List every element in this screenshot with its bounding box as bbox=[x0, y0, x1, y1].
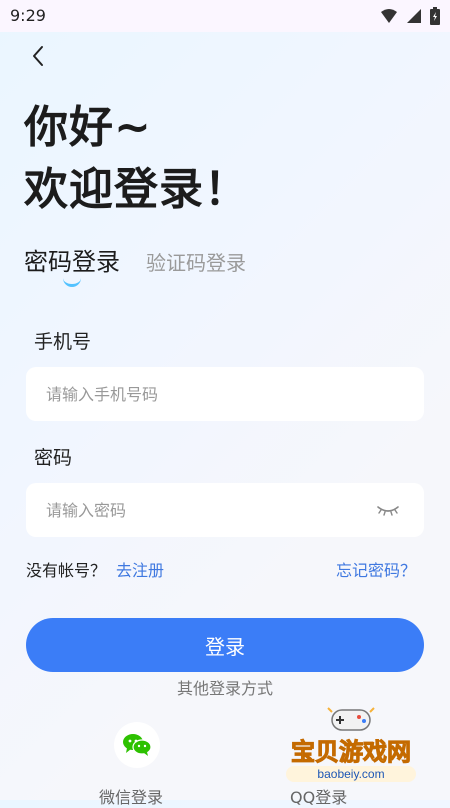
status-icons bbox=[380, 6, 440, 26]
phone-input[interactable] bbox=[44, 383, 406, 405]
account-links-row: 没有帐号？ 去注册 忘记密码？ bbox=[26, 557, 424, 581]
wechat-login-button[interactable] bbox=[114, 722, 160, 768]
welcome-title: 欢迎登录！ bbox=[24, 164, 249, 215]
register-link[interactable]: 去注册 bbox=[116, 557, 164, 581]
active-tab-indicator bbox=[63, 276, 81, 287]
other-login-title: 其他登录方式 bbox=[176, 679, 273, 698]
watermark-title: 宝贝游戏网 bbox=[291, 738, 412, 767]
wechat-login-label: 微信登录 bbox=[99, 788, 164, 807]
greeting-title: 你好~ bbox=[24, 102, 152, 153]
forgot-password-link[interactable]: 忘记密码？ bbox=[336, 557, 416, 581]
phone-input-box bbox=[26, 367, 424, 421]
status-time: 9:29 bbox=[10, 6, 46, 25]
watermark-url: baobeiy.com bbox=[286, 766, 416, 782]
wechat-icon bbox=[123, 734, 152, 756]
eye-closed-icon[interactable] bbox=[376, 500, 400, 520]
password-label: 密码 bbox=[34, 447, 73, 469]
login-button[interactable]: 登录 bbox=[26, 618, 424, 672]
battery-icon bbox=[430, 7, 440, 25]
gamepad-icon bbox=[327, 707, 375, 731]
signal-icon bbox=[407, 9, 421, 23]
status-bar: 9:29 bbox=[0, 0, 450, 32]
tab-code-login[interactable]: 验证码登录 bbox=[146, 247, 246, 276]
phone-label: 手机号 bbox=[34, 331, 92, 353]
watermark: 宝贝游戏网 baobeiy.com bbox=[276, 704, 426, 796]
password-input-box bbox=[26, 483, 424, 537]
password-input[interactable] bbox=[44, 499, 406, 521]
back-button[interactable] bbox=[24, 42, 52, 70]
chevron-left-icon bbox=[33, 46, 43, 66]
wifi-icon bbox=[381, 9, 397, 23]
no-account-text: 没有帐号？ bbox=[26, 561, 107, 580]
tab-password-login[interactable]: 密码登录 bbox=[24, 242, 120, 277]
